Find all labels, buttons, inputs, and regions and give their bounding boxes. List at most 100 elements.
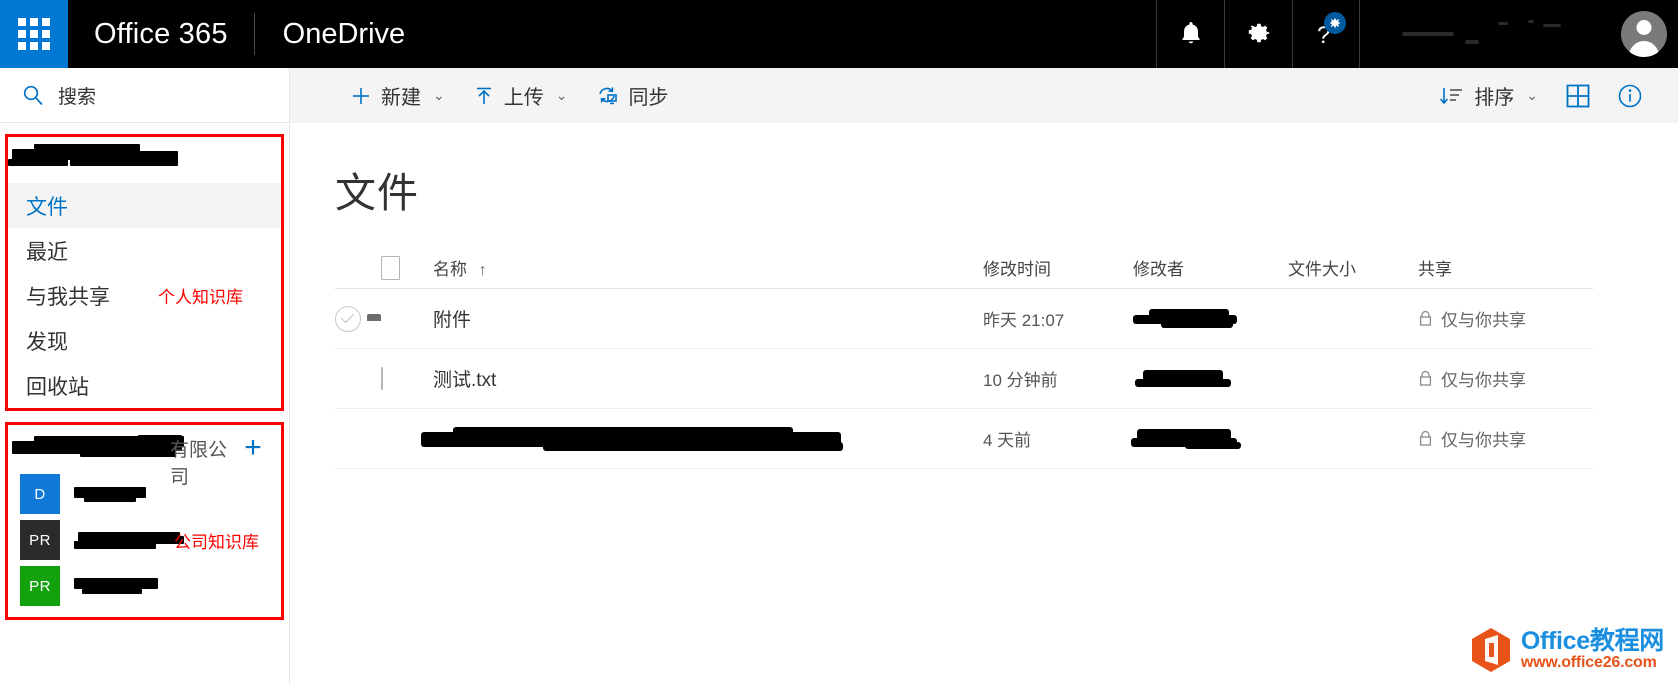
row-modified-by-redacted <box>1133 367 1288 391</box>
suite-header: Office 365 OneDrive ? <box>0 0 1678 68</box>
row-sharing-label: 仅与你共享 <box>1441 311 1526 330</box>
row-file-name[interactable]: 附件 <box>433 305 983 332</box>
avatar <box>1621 11 1667 57</box>
column-header-modified[interactable]: 修改时间 <box>983 255 1133 280</box>
row-modified: 昨天 21:07 <box>983 311 1065 330</box>
sidebar-item-label: 回收站 <box>26 375 89 399</box>
row-file-name[interactable]: 测试.txt <box>433 365 983 392</box>
file-type-header[interactable] <box>381 255 433 280</box>
table-row[interactable]: 4 天前 仅与你共享 <box>335 409 1593 469</box>
text-document-icon <box>381 366 383 390</box>
help-new-badge-icon <box>1324 12 1346 34</box>
header-spacer <box>433 0 1156 68</box>
row-modified-by-redacted <box>1131 427 1288 451</box>
page-title: 文件 <box>335 170 419 216</box>
add-site-button[interactable]: + <box>239 433 267 463</box>
upload-arrow-icon <box>473 85 495 107</box>
organization-header: 有限公司 + <box>8 425 281 488</box>
row-sharing-label: 仅与你共享 <box>1441 371 1526 390</box>
account-name-redacted <box>1360 0 1610 68</box>
sort-button-label: 排序 <box>1474 87 1515 109</box>
sort-ascending-arrow-icon: ↑ <box>478 262 487 279</box>
table-header-row: 名称 ↑ 修改时间 修改者 文件大小 共享 <box>335 247 1593 289</box>
sidebar-item-label: 与我共享 <box>26 285 110 309</box>
sidebar-item-label: 最近 <box>26 240 68 264</box>
notifications-bell-button[interactable] <box>1156 0 1224 68</box>
waffle-grid-icon <box>18 18 50 50</box>
modified-by-blur <box>1133 367 1288 391</box>
sidebar-item-recent[interactable]: 最近 <box>8 228 281 273</box>
site-tile-icon: D <box>20 474 60 514</box>
office365-brand-link[interactable]: Office 365 <box>68 0 254 68</box>
sidebar-site-item[interactable]: PR 公司知识库 <box>8 517 281 563</box>
row-file-name-redacted[interactable] <box>421 426 983 452</box>
sort-button[interactable]: 排序 ⌄ <box>1425 75 1552 117</box>
command-bar: 新建 ⌄ 上传 ⌄ 同步 排序 ⌄ <box>290 68 1678 123</box>
gear-icon <box>1248 23 1269 43</box>
info-icon <box>1618 84 1642 107</box>
sort-icon <box>1439 85 1465 107</box>
new-button-label: 新建 <box>381 87 421 109</box>
site-tile-icon: PR <box>20 520 60 560</box>
sidebar-site-item[interactable]: PR <box>8 563 281 609</box>
search-box[interactable]: 搜索 <box>0 68 289 123</box>
upload-button[interactable]: 上传 ⌄ <box>459 75 582 117</box>
organization-name-redacted: 有限公司 <box>12 435 239 488</box>
sidebar-item-files[interactable]: 文件 <box>8 183 281 228</box>
view-toggle-button[interactable] <box>1552 75 1604 117</box>
settings-gear-button[interactable] <box>1224 0 1292 68</box>
checkmark-circle-icon[interactable] <box>335 305 361 332</box>
info-pane-button[interactable] <box>1604 75 1656 117</box>
grid-view-icon <box>1566 84 1590 107</box>
file-name-blur <box>421 426 983 452</box>
app-launcher-button[interactable] <box>0 0 68 68</box>
sidebar-item-shared-with-me[interactable]: 与我共享 个人知识库 <box>8 273 281 318</box>
column-header-sharing[interactable]: 共享 <box>1418 255 1593 280</box>
column-header-name[interactable]: 名称 ↑ <box>433 255 983 280</box>
column-header-name-label: 名称 <box>433 260 467 279</box>
plus-icon <box>350 85 372 107</box>
files-table: 名称 ↑ 修改时间 修改者 文件大小 共享 附件 昨天 21:07 仅与你共享 … <box>335 247 1593 469</box>
table-row[interactable]: 测试.txt 10 分钟前 仅与你共享 <box>335 349 1593 409</box>
site-name-redacted <box>74 576 269 596</box>
personal-library-annotation: 个人知识库 <box>158 288 243 307</box>
site-tile-icon: PR <box>20 566 60 606</box>
row-sharing[interactable]: 仅与你共享 <box>1418 426 1593 451</box>
sidebar-item-label: 发现 <box>26 330 68 354</box>
sync-icon <box>595 85 619 107</box>
search-icon <box>23 85 43 106</box>
search-input[interactable]: 搜索 <box>58 82 96 109</box>
site-name-redacted <box>74 484 269 504</box>
lock-icon <box>1419 430 1432 446</box>
lock-icon <box>1419 310 1432 326</box>
new-button[interactable]: 新建 ⌄ <box>336 75 459 117</box>
chevron-down-icon: ⌄ <box>555 87 568 103</box>
row-file-icon <box>381 366 433 390</box>
column-header-file-size[interactable]: 文件大小 <box>1288 255 1418 280</box>
lock-icon <box>1419 370 1432 386</box>
sidebar-item-label: 文件 <box>26 195 68 219</box>
row-sharing[interactable]: 仅与你共享 <box>1418 306 1593 331</box>
table-row[interactable]: 附件 昨天 21:07 仅与你共享 <box>335 289 1593 349</box>
document-icon <box>381 255 400 280</box>
sync-button[interactable]: 同步 <box>581 75 682 117</box>
files-main-region: 文件 名称 ↑ 修改时间 修改者 文件大小 共享 附件 昨天 21:07 仅与你… <box>290 123 1678 685</box>
row-modified-by-redacted <box>1133 307 1288 331</box>
personal-nav-group: 文件 最近 与我共享 个人知识库 发现 回收站 <box>5 134 284 411</box>
header-icon-group: ? <box>1156 0 1360 68</box>
organization-nav-group: 有限公司 + D PR 公司知识库 PR <box>5 422 284 620</box>
left-navigation-rail: 搜索 文件 最近 与我共享 个人知识库 发现 回收站 有限公司 + D PR 公… <box>0 68 290 685</box>
chevron-down-icon: ⌄ <box>1526 87 1538 103</box>
onedrive-app-link[interactable]: OneDrive <box>255 0 434 68</box>
help-button[interactable]: ? <box>1292 0 1360 68</box>
sidebar-item-recycle-bin[interactable]: 回收站 <box>8 363 281 408</box>
upload-button-label: 上传 <box>503 87 544 109</box>
user-avatar-button[interactable] <box>1610 0 1678 68</box>
column-header-modified-by[interactable]: 修改者 <box>1133 255 1288 280</box>
onedrive-page: Office 365 OneDrive ? 搜索 文件 最近 与我共享 个人知识… <box>0 0 1678 685</box>
row-sharing[interactable]: 仅与你共享 <box>1418 366 1593 391</box>
sync-button-label: 同步 <box>628 87 669 109</box>
sidebar-site-item[interactable]: D <box>8 471 281 517</box>
bell-icon <box>1181 22 1200 44</box>
sidebar-item-discover[interactable]: 发现 <box>8 318 281 363</box>
